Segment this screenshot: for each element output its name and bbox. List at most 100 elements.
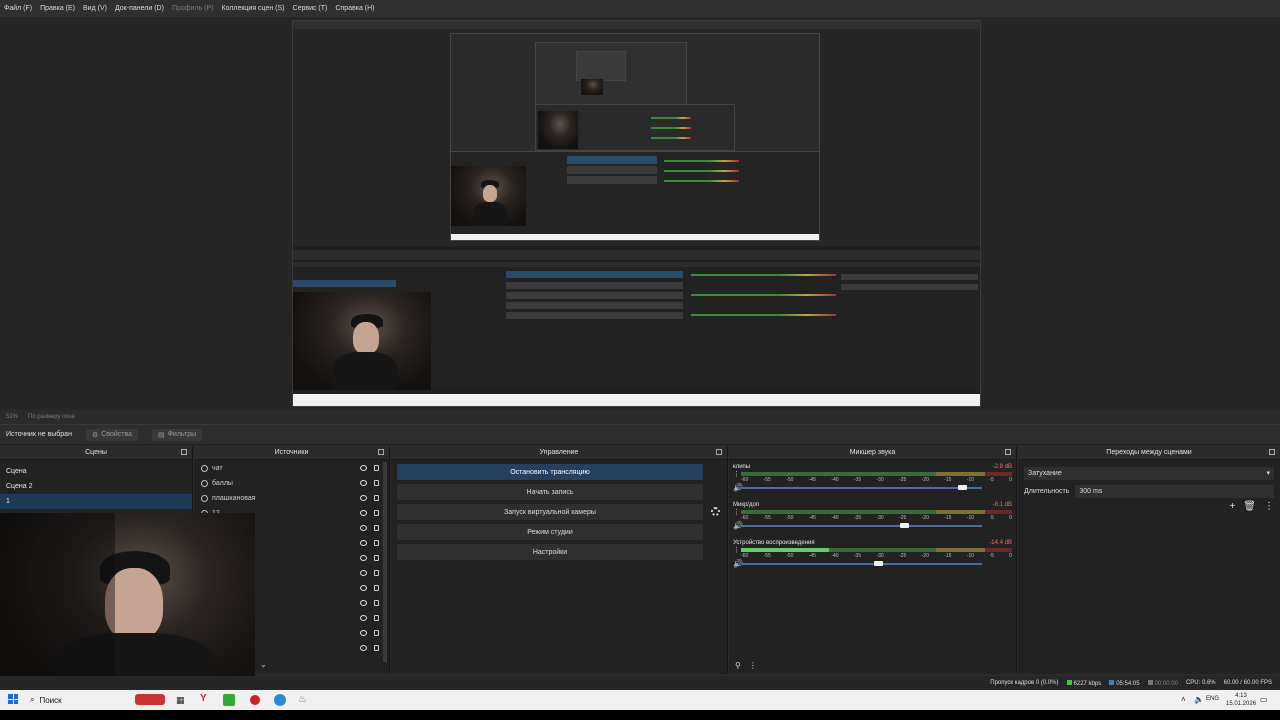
visibility-eye-icon[interactable] — [360, 645, 367, 651]
visibility-eye-icon[interactable] — [360, 555, 367, 561]
task-view-icon[interactable]: ▦ — [176, 695, 185, 706]
volume-slider-track[interactable] — [741, 487, 982, 489]
mixer-menu-icon[interactable]: ⋮ — [749, 661, 757, 670]
undock-icon[interactable] — [1005, 449, 1011, 455]
scale-percent: 52% — [6, 414, 19, 420]
stop-streaming-button[interactable]: Остановить трансляцию — [397, 464, 703, 480]
menu-item-5[interactable]: Коллекция сцен (S) — [221, 5, 284, 12]
source-item[interactable]: баллы — [194, 476, 389, 491]
start-virtual-camera-button[interactable]: Запуск виртуальной камеры — [397, 504, 720, 520]
volume-slider-track[interactable] — [741, 525, 982, 527]
messenger-icon[interactable] — [274, 694, 286, 706]
visibility-eye-icon[interactable] — [360, 570, 367, 576]
app-icon[interactable]: ♨ — [298, 694, 307, 705]
visibility-eye-icon[interactable] — [360, 585, 367, 591]
lock-icon[interactable] — [374, 615, 379, 621]
lock-icon[interactable] — [374, 465, 379, 471]
yandex-browser-icon[interactable]: Y — [200, 693, 207, 704]
source-item[interactable]: плашкановая — [194, 491, 389, 506]
menu-item-7[interactable]: Справка (H) — [335, 5, 374, 12]
studio-mode-button[interactable]: Режим студии — [397, 524, 703, 540]
lock-icon[interactable] — [374, 495, 379, 501]
notification-icon[interactable]: ▭ — [1260, 695, 1268, 704]
lock-icon[interactable] — [374, 510, 379, 516]
visibility-eye-icon[interactable] — [360, 510, 367, 516]
lock-icon[interactable] — [374, 600, 379, 606]
level-meter — [741, 472, 1012, 476]
source-item[interactable]: чат — [194, 461, 389, 476]
undock-icon[interactable] — [716, 449, 722, 455]
visibility-eye-icon[interactable] — [360, 630, 367, 636]
lock-icon[interactable] — [374, 570, 379, 576]
visibility-eye-icon[interactable] — [360, 495, 367, 501]
taskbar-app-icon[interactable] — [135, 694, 165, 705]
menu-item-6[interactable]: Сервис (T) — [293, 5, 328, 12]
lock-icon[interactable] — [374, 630, 379, 636]
lock-icon[interactable] — [374, 645, 379, 651]
settings-button[interactable]: Настройки — [397, 544, 703, 560]
live-time: 05:54:05 — [1109, 679, 1140, 687]
undock-icon[interactable] — [378, 449, 384, 455]
lock-icon[interactable] — [374, 585, 379, 591]
preview-scale-row[interactable]: 52% По размеру окна — [0, 410, 1280, 424]
properties-button[interactable]: ⚙ Свойства — [85, 428, 138, 441]
add-icon[interactable]: + — [1229, 501, 1235, 512]
more-icon[interactable]: ⋮ — [1264, 501, 1274, 512]
start-recording-button[interactable]: Начать запись — [397, 484, 703, 500]
menu-item-1[interactable]: Правка (E) — [40, 5, 75, 12]
menu-bar: Файл (F) Правка (E) Вид (V) Док-панели (D) П… — [0, 0, 1280, 17]
recording-icon[interactable] — [250, 695, 260, 705]
scale-mode-dropdown[interactable]: По размеру окна — [28, 414, 75, 420]
lock-icon[interactable] — [374, 525, 379, 531]
visibility-eye-icon[interactable] — [360, 480, 367, 486]
speaker-icon[interactable]: 🔈 — [1194, 695, 1204, 704]
preview-area[interactable] — [0, 17, 1280, 410]
level-meter — [741, 510, 1012, 514]
undock-icon[interactable] — [181, 449, 187, 455]
menu-item-0[interactable]: Файл (F) — [4, 5, 32, 12]
source-toolbar: Источник не выбран ⚙ Свойства ▤ Фильтры — [0, 424, 1280, 445]
trash-icon[interactable]: 🗑 — [1243, 501, 1256, 512]
menu-item-2[interactable]: Вид (V) — [83, 5, 107, 12]
lock-icon[interactable] — [374, 540, 379, 546]
program-preview-canvas[interactable] — [292, 20, 981, 407]
volume-slider-handle[interactable] — [900, 523, 910, 528]
menu-item-4[interactable]: Профиль (P) — [172, 5, 214, 12]
nested-preview — [293, 21, 980, 246]
channel-menu-icon[interactable]: ⋮ — [733, 508, 740, 516]
transition-duration-spinbox[interactable]: 300 ms — [1075, 485, 1274, 498]
scene-item[interactable]: Сцена — [0, 464, 192, 479]
sources-scrollbar[interactable] — [383, 462, 387, 662]
language-indicator[interactable]: ENG — [1206, 696, 1219, 702]
taskbar-search[interactable]: ⌕ Поиск — [30, 695, 125, 705]
visibility-eye-icon[interactable] — [360, 600, 367, 606]
volume-slider-handle[interactable] — [957, 485, 967, 490]
menu-item-3[interactable]: Док-панели (D) — [115, 5, 164, 12]
visibility-eye-icon[interactable] — [360, 540, 367, 546]
source-type-icon — [201, 465, 208, 472]
windows-start-icon[interactable] — [8, 694, 18, 704]
chevron-down-icon[interactable]: ⌄ — [260, 660, 267, 669]
virtual-camera-settings-icon[interactable] — [711, 507, 720, 516]
clock[interactable]: 4:13 15.01.2026 — [1226, 692, 1256, 708]
visibility-eye-icon[interactable] — [360, 465, 367, 471]
lock-icon[interactable] — [374, 555, 379, 561]
filters-button[interactable]: ▤ Фильтры — [151, 428, 203, 441]
tray-chevron-icon[interactable]: ˄ — [1181, 695, 1186, 704]
undock-icon[interactable] — [1269, 449, 1275, 455]
nested-docks — [293, 262, 980, 390]
channel-menu-icon[interactable]: ⋮ — [733, 470, 740, 478]
mixer-channel: клипы -2.9 dB ⋮ -60 -55 -50 -45 -40 -35 -30 -25 -20… — [729, 462, 1016, 500]
scene-item[interactable]: 1 — [0, 494, 192, 509]
controls-dock: Управление Остановить трансляцию Начать … — [391, 446, 728, 674]
obs-icon[interactable] — [223, 694, 235, 706]
mixer-link-icon[interactable]: ⚲ — [735, 661, 741, 670]
volume-slider-handle[interactable] — [873, 561, 883, 566]
visibility-eye-icon[interactable] — [360, 525, 367, 531]
volume-slider-track[interactable] — [741, 563, 982, 565]
lock-icon[interactable] — [374, 480, 379, 486]
transition-type-select[interactable]: Затухание ▾ — [1024, 467, 1274, 480]
channel-menu-icon[interactable]: ⋮ — [733, 546, 740, 554]
visibility-eye-icon[interactable] — [360, 615, 367, 621]
scene-item[interactable]: Сцена 2 — [0, 479, 192, 494]
